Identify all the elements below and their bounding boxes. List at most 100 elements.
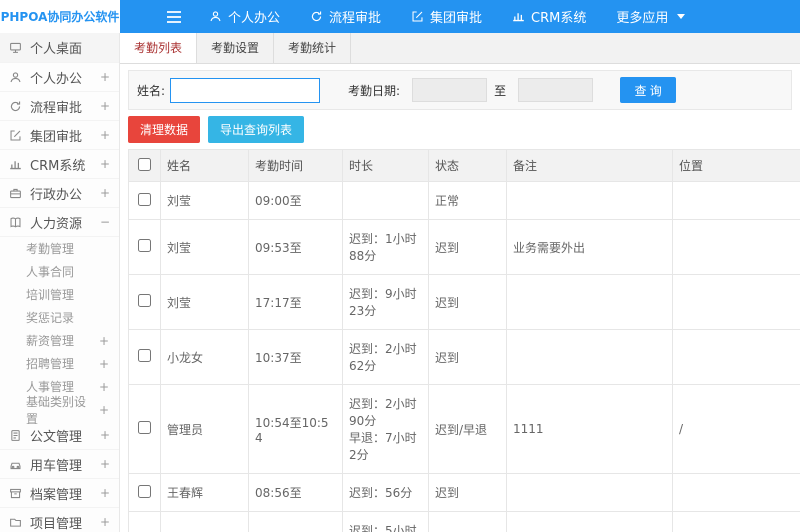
expand-plus-icon[interactable]: + <box>96 515 110 529</box>
sidebar-item-book[interactable]: 人力资源 − <box>0 208 119 237</box>
employee-name-link[interactable]: 小龙女 <box>160 329 249 385</box>
sidebar-subitem[interactable]: 招聘管理 + <box>0 352 119 375</box>
expand-plus-icon[interactable]: + <box>95 380 109 394</box>
attendance-table: 姓名 考勤时间 时长 状态 备注 位置 刘莹 09:00至 正常 刘莹 09:53至 迟到：1小时8… <box>128 149 800 532</box>
chart-icon <box>9 158 24 171</box>
employee-name-link[interactable]: 刘莹 <box>160 219 249 275</box>
location-text <box>672 473 800 512</box>
date-end-input[interactable] <box>518 78 594 102</box>
tab-3[interactable]: 考勤统计 <box>274 33 352 63</box>
sidebar-subitem[interactable]: 基础类别设置 + <box>0 395 119 426</box>
attendance-time: 17:17至 <box>248 274 343 330</box>
row-select-cell <box>128 511 161 532</box>
sidebar-item-label: 档案管理 <box>30 487 83 503</box>
topnav-item[interactable]: 流程审批 <box>295 0 396 33</box>
column-header: 位置 <box>672 149 800 182</box>
row-checkbox[interactable] <box>138 421 151 434</box>
location-text <box>672 181 800 220</box>
employee-name-link[interactable]: 刘莹 <box>160 274 249 330</box>
sidebar-item-label: 个人办公 <box>30 71 83 87</box>
employee-name-link[interactable]: 黄蓉 <box>160 511 249 532</box>
expand-plus-icon[interactable]: + <box>96 428 110 442</box>
topnav-item[interactable]: 个人办公 <box>194 0 295 33</box>
note-text: 1111 <box>506 384 673 474</box>
tab-2[interactable]: 考勤设置 <box>197 33 275 63</box>
sidebar-subitem-label: 基础类别设置 <box>26 394 87 426</box>
filter-bar: 姓名: 考勤日期: 至 查 询 <box>128 70 792 110</box>
duration-text <box>342 181 429 220</box>
expand-plus-icon[interactable]: + <box>95 357 109 371</box>
sidebar-subitem-label: 招聘管理 <box>26 357 75 371</box>
sidebar-subitem[interactable]: 薪资管理 + <box>0 329 119 352</box>
select-all-cell <box>128 149 161 182</box>
select-all-checkbox[interactable] <box>138 157 151 171</box>
sidebar-item-label: 集团审批 <box>30 129 83 145</box>
expand-plus-icon[interactable]: + <box>96 128 110 142</box>
date-start-input[interactable] <box>412 78 488 102</box>
note-text <box>506 511 673 532</box>
status-text: 迟到 <box>428 219 507 275</box>
expand-plus-icon[interactable]: + <box>96 70 110 84</box>
sidebar-subitem[interactable]: 人事合同 <box>0 260 119 283</box>
tab-1[interactable]: 考勤列表 <box>120 33 198 63</box>
search-button[interactable]: 查 询 <box>620 77 677 103</box>
sidebar-item-briefcase[interactable]: 行政办公 + <box>0 179 119 208</box>
note-text <box>506 181 673 220</box>
topnav-item[interactable]: 集团审批 <box>396 0 497 33</box>
sidebar-item-car[interactable]: 用车管理 + <box>0 450 119 479</box>
sidebar-item-label: 个人桌面 <box>30 42 83 57</box>
sidebar-item-label: 流程审批 <box>30 100 83 116</box>
expand-plus-icon[interactable]: + <box>96 99 110 113</box>
user-icon <box>209 10 222 23</box>
row-checkbox[interactable] <box>138 294 151 307</box>
sidebar-item-user[interactable]: 个人办公 + <box>0 63 119 92</box>
sidebar-item-label: CRM系统 <box>30 158 86 174</box>
sidebar-subitem-label: 培训管理 <box>26 288 75 302</box>
expand-plus-icon[interactable]: + <box>96 457 110 471</box>
doc-icon <box>9 429 24 442</box>
collapse-minus-icon[interactable]: − <box>96 215 110 229</box>
sidebar-item-archive[interactable]: 档案管理 + <box>0 479 119 508</box>
sidebar-subitem[interactable]: 考勤管理 <box>0 237 119 260</box>
sidebar-subitem[interactable]: 培训管理 <box>0 283 119 306</box>
sidebar-item-folder[interactable]: 项目管理 + <box>0 508 119 532</box>
clear-data-button[interactable]: 清理数据 <box>128 116 201 143</box>
sidebar-item-loop[interactable]: 流程审批 + <box>0 92 119 121</box>
export-list-button[interactable]: 导出查询列表 <box>208 116 305 143</box>
topnav-item-label: CRM系统 <box>531 11 587 26</box>
topnav-item[interactable]: CRM系统 <box>497 0 601 33</box>
expand-plus-icon[interactable]: + <box>95 403 109 417</box>
name-input[interactable] <box>170 77 321 103</box>
duration-text: 迟到：1小时88分 <box>342 219 429 275</box>
sidebar-subitem[interactable]: 奖惩记录 <box>0 306 119 329</box>
sidebar-subitem-label: 奖惩记录 <box>26 311 75 325</box>
row-checkbox[interactable] <box>138 239 151 252</box>
topnav-item[interactable]: 更多应用 <box>601 0 700 33</box>
row-checkbox[interactable] <box>138 192 151 206</box>
column-header: 备注 <box>506 149 673 182</box>
row-checkbox[interactable] <box>138 349 151 362</box>
duration-text: 迟到：9小时23分 <box>342 274 429 330</box>
folder-icon <box>9 516 24 529</box>
expand-plus-icon[interactable]: + <box>96 157 110 171</box>
sidebar-subitem-label: 薪资管理 <box>26 334 75 348</box>
expand-plus-icon[interactable]: + <box>96 186 110 200</box>
attendance-time: 09:53至 <box>248 219 343 275</box>
row-checkbox[interactable] <box>138 484 151 498</box>
note-text <box>506 329 673 385</box>
table-row: 刘莹 17:17至 迟到：9小时23分 迟到 <box>128 274 800 330</box>
expand-plus-icon[interactable]: + <box>96 486 110 500</box>
column-header: 状态 <box>428 149 507 182</box>
row-select-cell <box>128 329 161 385</box>
expand-plus-icon[interactable]: + <box>95 334 109 348</box>
sidebar-item-label: 用车管理 <box>30 458 83 474</box>
employee-name-link[interactable]: 王春辉 <box>160 473 249 512</box>
menu-icon[interactable] <box>166 10 182 24</box>
employee-name-link[interactable]: 刘莹 <box>160 181 249 220</box>
duration-text: 迟到：2小时90分 早退：7小时2分 <box>342 384 429 474</box>
sidebar-item-edit[interactable]: 集团审批 + <box>0 121 119 150</box>
employee-name-link[interactable]: 管理员 <box>160 384 249 474</box>
sidebar-item-desktop[interactable]: 个人桌面 <box>0 33 119 63</box>
sidebar-item-chart[interactable]: CRM系统 + <box>0 150 119 179</box>
sidebar-item-doc[interactable]: 公文管理 + <box>0 421 119 450</box>
